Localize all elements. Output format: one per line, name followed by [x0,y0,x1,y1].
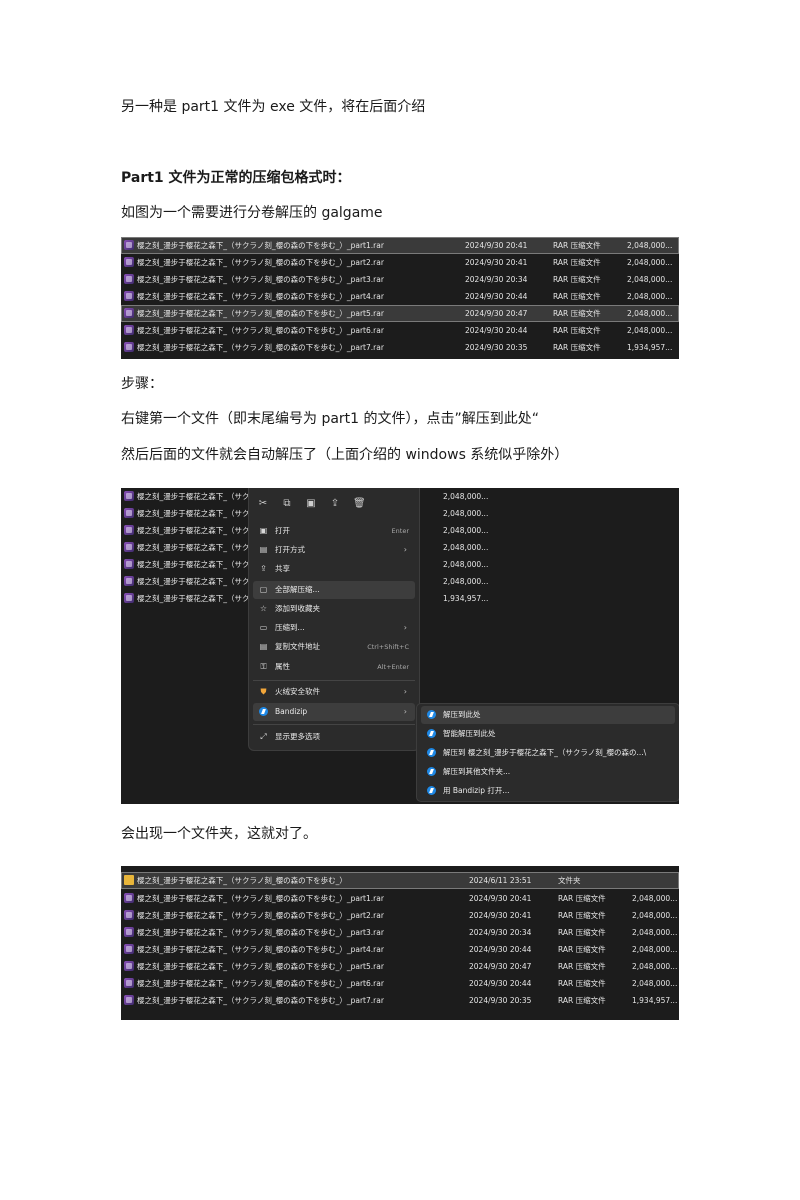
folder-icon [124,875,134,885]
intro-line: 另一种是 part1 文件为 exe 文件，将在后面介绍 [121,99,426,115]
rar-file-icon [124,893,134,903]
properties-icon: ⚿ [260,662,267,671]
bandizip-icon [427,748,436,757]
chevron-right-icon: › [403,545,407,554]
menu-item-properties[interactable]: ⚿ 属性 Alt+Enter [253,658,415,676]
file-row[interactable]: 樱之刻_漫步于樱花之森下_（サクラノ刻_櫻の森の下を歩む_）_part7.rar… [121,339,679,356]
rar-file-icon [124,961,134,971]
submenu-open-bandizip[interactable]: 用 Bandizip 打开... [421,782,675,800]
context-menu: ✂ ⧉ ▣ ⇪ 🗑 ▣ 打开 Enter ▤ 打开方式 › ⇪ 共享 ▢ 全部解… [248,488,420,751]
rar-file-icon [124,291,134,301]
rar-file-icon [124,576,134,586]
steps-label: 步骤： [121,376,163,392]
menu-item-compress-to[interactable]: ▭ 压缩到... › [253,619,415,637]
bandizip-icon [427,767,436,776]
menu-item-extract-all[interactable]: ▢ 全部解压缩... [253,581,415,599]
menu-item-share[interactable]: ⇪ 共享 [253,560,415,578]
file-row[interactable]: 樱之刻_漫步于樱花之森下_（サクラノ刻_櫻の森の下を歩む_）_part2.rar… [121,254,679,271]
rar-file-icon [124,308,134,318]
step-2: 然后后面的文件就会自动解压了（上面介绍的 windows 系统似乎除外） [121,447,569,463]
section-heading: Part1 文件为正常的压缩包格式时： [121,170,351,186]
share-icon[interactable]: ⇪ [329,498,341,509]
file-row[interactable]: 樱之刻_漫步于樱花之森下_（サクラノ刻_櫻の森の下を歩む_）_part5.rar… [121,958,679,975]
caption-volumes: 如图为一个需要进行分卷解压的 galgame [121,205,383,221]
submenu-extract-to-folder[interactable]: 解压到 樱之刻_漫步于樱花之森下_（サクラノ刻_櫻の森の...\ [421,744,675,762]
file-row[interactable]: 樱之刻_漫步于樱花之森下_（サクラノ刻_櫻の森の下を歩む_）_part6.rar… [121,975,679,992]
file-row[interactable]: 樱之刻_漫步于樱花之森下_（サクラノ刻_櫻の森の下を歩む_）_part1.rar… [121,890,679,907]
chevron-right-icon: › [403,687,407,696]
menu-item-more-options[interactable]: ⤢ 显示更多选项 [253,728,415,746]
file-row[interactable]: 樱之刻_漫步于樱花之森下_（サクラノ刻_櫻の森の下を歩む_）_part4.rar… [121,288,679,305]
file-row[interactable]: 樱之刻_漫步于樱花之森下_（サクラノ刻_櫻の森の下を歩む_）_part1.rar… [121,237,679,254]
file-list-screenshot-2: 樱之刻_漫步于樱花之森下_（サクラノ刻_櫻の森の下を歩む_） 2024/6/11… [121,866,679,1020]
file-row[interactable]: 樱之刻_漫步于樱花之森下_（サクラノ刻_櫻の森の下を歩む_）_part6.rar… [121,322,679,339]
menu-divider [253,680,415,681]
cut-icon[interactable]: ✂ [257,498,269,509]
bandizip-submenu: 解压到此处 智能解压到此处 解压到 樱之刻_漫步于樱花之森下_（サクラノ刻_櫻の… [416,703,679,802]
menu-divider [253,724,415,725]
menu-item-open-with[interactable]: ▤ 打开方式 › [253,541,415,559]
copy-path-icon: ▤ [259,642,268,651]
extract-all-icon: ▢ [259,585,268,594]
rename-icon[interactable]: ▣ [305,498,317,509]
rar-file-icon [124,978,134,988]
open-icon: ▣ [259,526,268,535]
rar-file-icon [124,927,134,937]
more-options-icon: ⤢ [260,732,267,741]
caption-result: 会出现一个文件夹，这就对了。 [121,826,317,842]
rar-file-icon [124,342,134,352]
submenu-extract-here[interactable]: 解压到此处 [421,706,675,724]
rar-file-icon [124,944,134,954]
chevron-right-icon: › [403,707,407,716]
rar-file-icon [124,274,134,284]
huorong-icon: ⛊ [260,687,267,696]
file-row[interactable]: 樱之刻_漫步于樱花之森下_（サクラノ刻_櫻の森の下を歩む_）_part3.rar… [121,271,679,288]
bandizip-icon [427,710,436,719]
copy-icon[interactable]: ⧉ [281,498,293,509]
file-row[interactable]: 樱之刻_漫步于樱花之森下_（サクラノ刻_櫻の森の下を歩む_）_part7.rar… [121,992,679,1009]
compress-icon: ▭ [259,623,268,632]
rar-file-icon [124,559,134,569]
rar-file-icon [124,325,134,335]
file-row[interactable]: 樱之刻_漫步于樱花之森下_（サクラノ刻_櫻の森の下を歩む_）_part4.rar… [121,941,679,958]
bandizip-icon [259,707,268,716]
rar-file-icon [124,593,134,603]
rar-file-icon [124,525,134,535]
submenu-extract-other[interactable]: 解压到其他文件夹... [421,763,675,781]
chevron-right-icon: › [403,623,407,632]
bandizip-icon [427,729,436,738]
rar-file-icon [124,542,134,552]
share-icon: ⇪ [260,564,267,573]
rar-file-icon [124,995,134,1005]
file-row[interactable]: 樱之刻_漫步于樱花之森下_（サクラノ刻_櫻の森の下を歩む_）_part3.rar… [121,924,679,941]
menu-item-copy-path[interactable]: ▤ 复制文件地址 Ctrl+Shift+C [253,638,415,656]
folder-row[interactable]: 樱之刻_漫步于樱花之森下_（サクラノ刻_櫻の森の下を歩む_） 2024/6/11… [121,872,679,889]
rar-file-icon [124,508,134,518]
bandizip-icon [427,786,436,795]
submenu-smart-extract[interactable]: 智能解压到此处 [421,725,675,743]
menu-item-bandizip[interactable]: Bandizip › [253,703,415,721]
context-menu-screenshot: 樱之刻_漫步于樱花之森下_（サク 2,048,000... 樱之刻_漫步于樱花之… [121,488,679,804]
delete-icon[interactable]: 🗑 [353,498,366,509]
open-with-icon: ▤ [259,545,268,554]
rar-file-icon [124,257,134,267]
file-list-screenshot-1: 樱之刻_漫步于樱花之森下_（サクラノ刻_櫻の森の下を歩む_）_part1.rar… [121,237,679,359]
file-row[interactable]: 樱之刻_漫步于樱花之森下_（サクラノ刻_櫻の森の下を歩む_）_part2.rar… [121,907,679,924]
menu-item-huorong[interactable]: ⛊ 火绒安全软件 › [253,683,415,701]
rar-file-icon [124,910,134,920]
step-1: 右键第一个文件（即末尾编号为 part1 的文件），点击”解压到此处“ [121,411,540,427]
menu-item-open[interactable]: ▣ 打开 Enter [253,522,415,540]
rar-file-icon [124,240,134,250]
file-row[interactable]: 樱之刻_漫步于樱花之森下_（サクラノ刻_櫻の森の下を歩む_）_part5.rar… [121,305,679,322]
menu-item-add-favorite[interactable]: ☆ 添加到收藏夹 [253,600,415,618]
favorite-icon: ☆ [259,604,268,613]
rar-file-icon [124,491,134,501]
